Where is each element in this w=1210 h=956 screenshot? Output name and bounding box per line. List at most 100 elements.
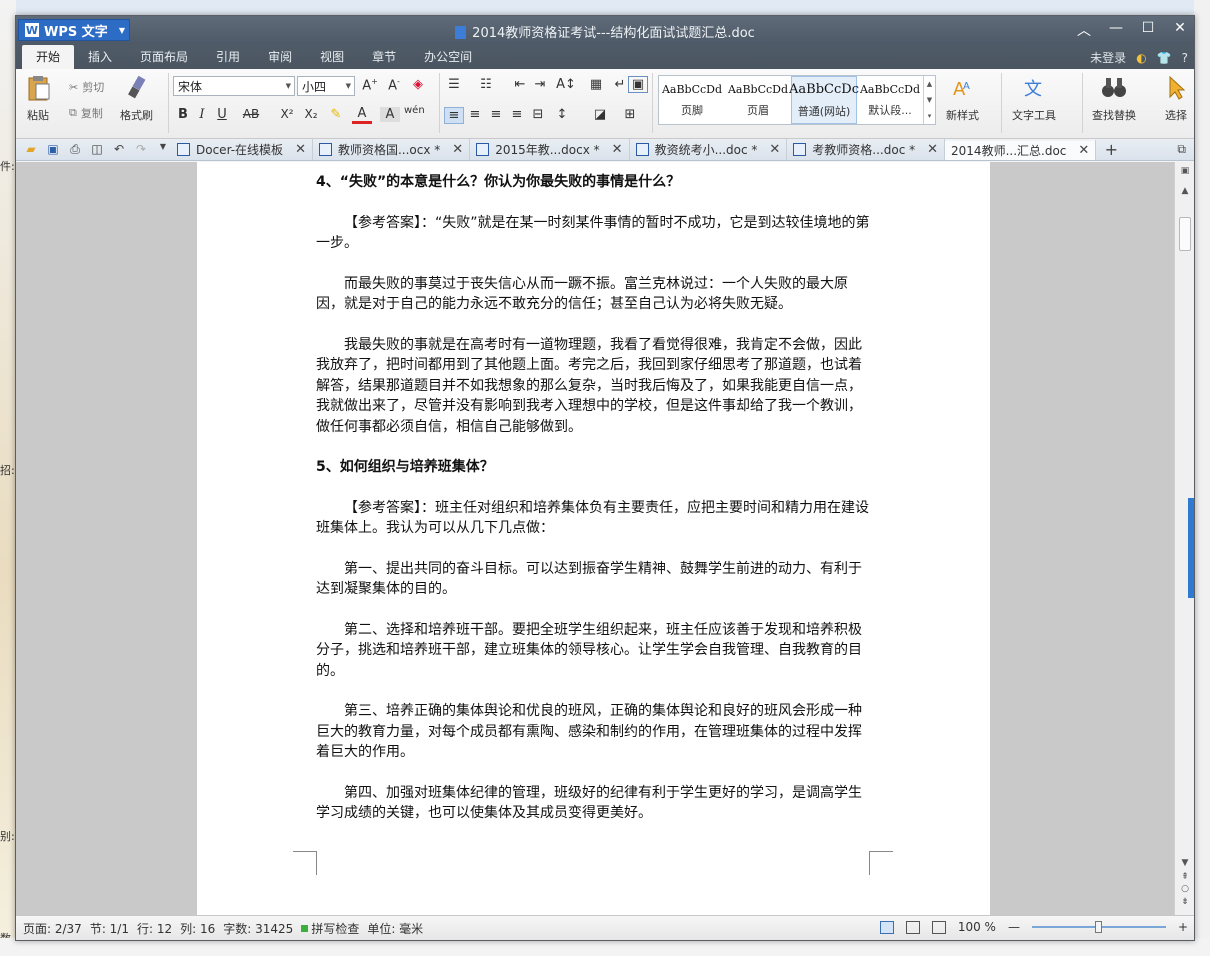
zoom-slider[interactable] (1031, 920, 1166, 934)
doc-tab-active[interactable]: 2014教师...汇总.doc ✕ (945, 139, 1097, 160)
align-center-icon[interactable]: ≡ (465, 107, 485, 122)
unit-indicator[interactable]: 单位: 毫米 (367, 920, 423, 937)
subscript-button[interactable]: X₂ (299, 107, 323, 121)
save-icon[interactable]: ▣ (46, 142, 60, 157)
tab-home[interactable]: 开始 (22, 45, 75, 69)
close-icon[interactable]: ✕ (1078, 143, 1089, 158)
close-icon[interactable]: ✕ (295, 142, 306, 157)
doc-tab[interactable]: 教资统考小...doc * ✕ (630, 139, 788, 160)
document-page[interactable]: 4、“失败”的本意是什么？你认为你最失败的事情是什么？ 【参考答案】：“失败”就… (197, 162, 990, 916)
increase-indent-icon[interactable]: ⇥ (530, 77, 550, 92)
align-left-icon[interactable]: ≡ (444, 107, 464, 124)
close-icon[interactable]: ✕ (769, 142, 780, 157)
chevron-down-icon[interactable]: ▼ (1175, 858, 1194, 868)
distribute-icon[interactable]: ⊟ (528, 107, 548, 122)
chevron-up-icon[interactable]: ▲ (927, 80, 932, 88)
chevron-down-icon[interactable]: ▼ (927, 96, 932, 104)
customize-dropdown-icon[interactable]: ▼ (156, 142, 170, 157)
tab-list-icon[interactable]: ⧉ (1177, 142, 1186, 157)
new-tab-button[interactable]: + (1096, 140, 1126, 159)
doc-tab[interactable]: 2015年教...docx * ✕ (470, 139, 630, 160)
numbering-icon[interactable]: ☷ (476, 77, 496, 92)
tab-review[interactable]: 审阅 (254, 45, 306, 69)
maximize-button[interactable]: ☐ (1138, 20, 1158, 40)
shading-icon[interactable]: ◪ (590, 107, 610, 122)
style-default-paragraph[interactable]: AaBbCcDd 默认段... (857, 76, 923, 124)
outline-view-icon[interactable] (905, 920, 920, 934)
more-icon[interactable]: ▾ (928, 112, 932, 120)
sync-icon[interactable]: ◐ (1136, 51, 1146, 65)
font-size-select[interactable]: 小四 ▼ (297, 76, 355, 96)
justify-icon[interactable]: ≡ (507, 107, 527, 122)
copy-button[interactable]: ⧉ 复制 (69, 105, 103, 121)
zoom-out-icon[interactable]: — (1008, 920, 1020, 934)
zoom-slider-handle[interactable] (1095, 921, 1103, 933)
minimize-button[interactable]: — (1106, 20, 1126, 40)
table-icon[interactable]: ▦ (586, 77, 606, 92)
tab-page-layout[interactable]: 页面布局 (126, 45, 202, 69)
text-tools-button[interactable]: 文 文字工具 (1012, 75, 1056, 123)
border-icon[interactable]: ⊞ (620, 107, 640, 122)
paste-button[interactable]: 粘贴 (24, 75, 52, 123)
tab-references[interactable]: 引用 (202, 45, 254, 69)
select-button[interactable]: 选择 (1162, 75, 1190, 123)
phonetic-guide-icon[interactable]: wén (404, 105, 425, 116)
grow-font-icon[interactable]: A+ (360, 77, 380, 93)
new-style-button[interactable]: AA 新样式 (946, 75, 979, 123)
font-name-select[interactable]: 宋体 ▼ (173, 76, 295, 96)
undo-icon[interactable]: ↶ (112, 142, 126, 157)
web-view-icon[interactable] (931, 920, 946, 934)
help-button[interactable]: ? (1182, 51, 1188, 65)
browse-object-icon[interactable]: ○ (1175, 884, 1194, 894)
next-page-icon[interactable]: ⇟ (1175, 897, 1194, 907)
align-right-icon[interactable]: ≡ (486, 107, 506, 122)
close-icon[interactable]: ✕ (927, 142, 938, 157)
shrink-font-icon[interactable]: A- (384, 77, 404, 93)
char-shading-icon[interactable]: A (380, 107, 400, 122)
style-normal-web[interactable]: AaBbCcDc 普通(网站) (789, 76, 859, 124)
open-folder-icon[interactable]: ▰ (24, 142, 38, 157)
previous-page-icon[interactable]: ⇞ (1175, 872, 1194, 882)
ruler-toggle-icon[interactable]: ▣ (1175, 166, 1194, 176)
line-spacing-icon[interactable]: ↕ (552, 107, 572, 122)
page-indicator[interactable]: 页面: 2/37 (23, 920, 82, 937)
spell-check-toggle[interactable]: 拼写检查 (301, 920, 359, 937)
show-marks-icon[interactable]: ▣ (628, 76, 648, 93)
print-preview-icon[interactable]: ◫ (90, 142, 104, 157)
close-icon[interactable]: ✕ (612, 142, 623, 157)
bold-button[interactable]: B (173, 107, 193, 122)
redo-icon[interactable]: ↷ (134, 142, 148, 157)
superscript-button[interactable]: X² (275, 107, 299, 121)
zoom-in-icon[interactable]: + (1178, 920, 1188, 934)
zoom-level[interactable]: 100 % (958, 920, 996, 934)
doc-tab[interactable]: Docer-在线模板 ✕ (171, 139, 313, 160)
strikethrough-button[interactable]: AB (238, 107, 264, 121)
document-body[interactable]: 4、“失败”的本意是什么？你认为你最失败的事情是什么？ 【参考答案】：“失败”就… (316, 172, 872, 844)
style-footer[interactable]: AaBbCcDd 页脚 (659, 76, 725, 124)
find-replace-button[interactable]: 查找替换 (1092, 75, 1136, 123)
text-direction-icon[interactable]: A↕ (556, 77, 576, 92)
format-painter-button[interactable]: 格式刷 (120, 75, 153, 123)
scrollbar-thumb[interactable] (1179, 217, 1191, 251)
underline-button[interactable]: U (212, 107, 232, 122)
login-link[interactable]: 未登录 (1090, 49, 1126, 66)
font-color-icon[interactable]: A (352, 106, 372, 124)
doc-tab[interactable]: 教师资格国...ocx * ✕ (313, 139, 471, 160)
highlight-icon[interactable]: ✎ (326, 107, 346, 122)
collapse-ribbon-icon[interactable]: ︿ (1074, 20, 1094, 40)
cut-button[interactable]: ✂ 剪切 (69, 79, 104, 95)
skin-icon[interactable]: 👕 (1157, 51, 1172, 65)
style-header[interactable]: AaBbCcDd 页眉 (725, 76, 791, 124)
sort-icon[interactable]: ↵ (610, 77, 630, 92)
tab-view[interactable]: 视图 (306, 45, 358, 69)
doc-tab[interactable]: 考教师资格...doc * ✕ (787, 139, 946, 160)
tab-section[interactable]: 章节 (358, 45, 410, 69)
close-icon[interactable]: ✕ (452, 142, 463, 157)
chevron-up-icon[interactable]: ▲ (1175, 186, 1194, 196)
page-view-icon[interactable] (879, 920, 894, 934)
tab-insert[interactable]: 插入 (74, 45, 126, 69)
tab-office-space[interactable]: 办公空间 (410, 45, 486, 69)
clear-format-icon[interactable]: ◈ (408, 77, 428, 92)
bullets-icon[interactable]: ☰ (444, 77, 464, 92)
close-button[interactable]: ✕ (1170, 20, 1190, 40)
